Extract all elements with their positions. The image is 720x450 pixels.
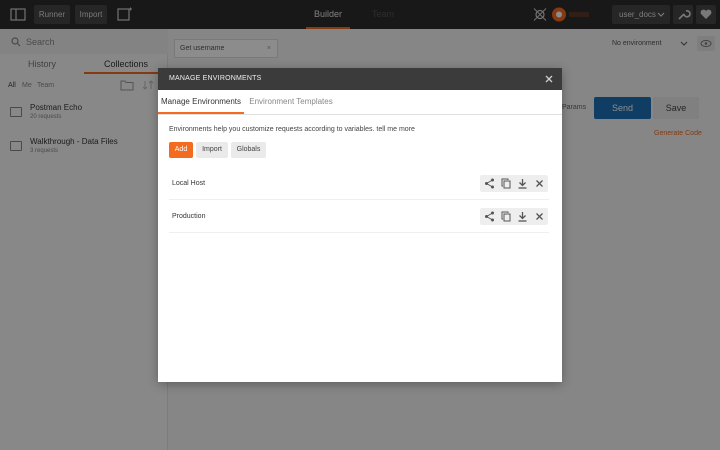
close-icon[interactable] [542, 72, 556, 86]
intro-text: Environments help you customize requests… [169, 126, 415, 133]
delete-icon[interactable] [533, 210, 546, 223]
environment-actions [480, 208, 548, 225]
environment-row[interactable]: Production [169, 201, 549, 233]
tabs-divider [158, 114, 562, 115]
globals-button[interactable]: Globals [231, 142, 266, 158]
share-icon[interactable] [483, 177, 496, 190]
modal-header: MANAGE ENVIRONMENTS [158, 68, 562, 90]
tab-manage-environments[interactable]: Manage Environments [158, 90, 244, 114]
environment-name[interactable]: Local Host [172, 180, 205, 187]
duplicate-icon[interactable] [500, 210, 513, 223]
add-environment-button[interactable]: Add [169, 142, 193, 158]
download-icon[interactable] [516, 177, 529, 190]
import-environment-button[interactable]: Import [196, 142, 228, 158]
tab-environment-templates[interactable]: Environment Templates [248, 90, 334, 114]
environment-name[interactable]: Production [172, 213, 205, 220]
delete-icon[interactable] [533, 177, 546, 190]
share-icon[interactable] [483, 210, 496, 223]
environment-actions [480, 175, 548, 192]
manage-environments-modal: MANAGE ENVIRONMENTS Manage Environments … [158, 68, 562, 382]
download-icon[interactable] [516, 210, 529, 223]
environment-row[interactable]: Local Host [169, 168, 549, 200]
modal-title: MANAGE ENVIRONMENTS [169, 75, 262, 82]
duplicate-icon[interactable] [500, 177, 513, 190]
